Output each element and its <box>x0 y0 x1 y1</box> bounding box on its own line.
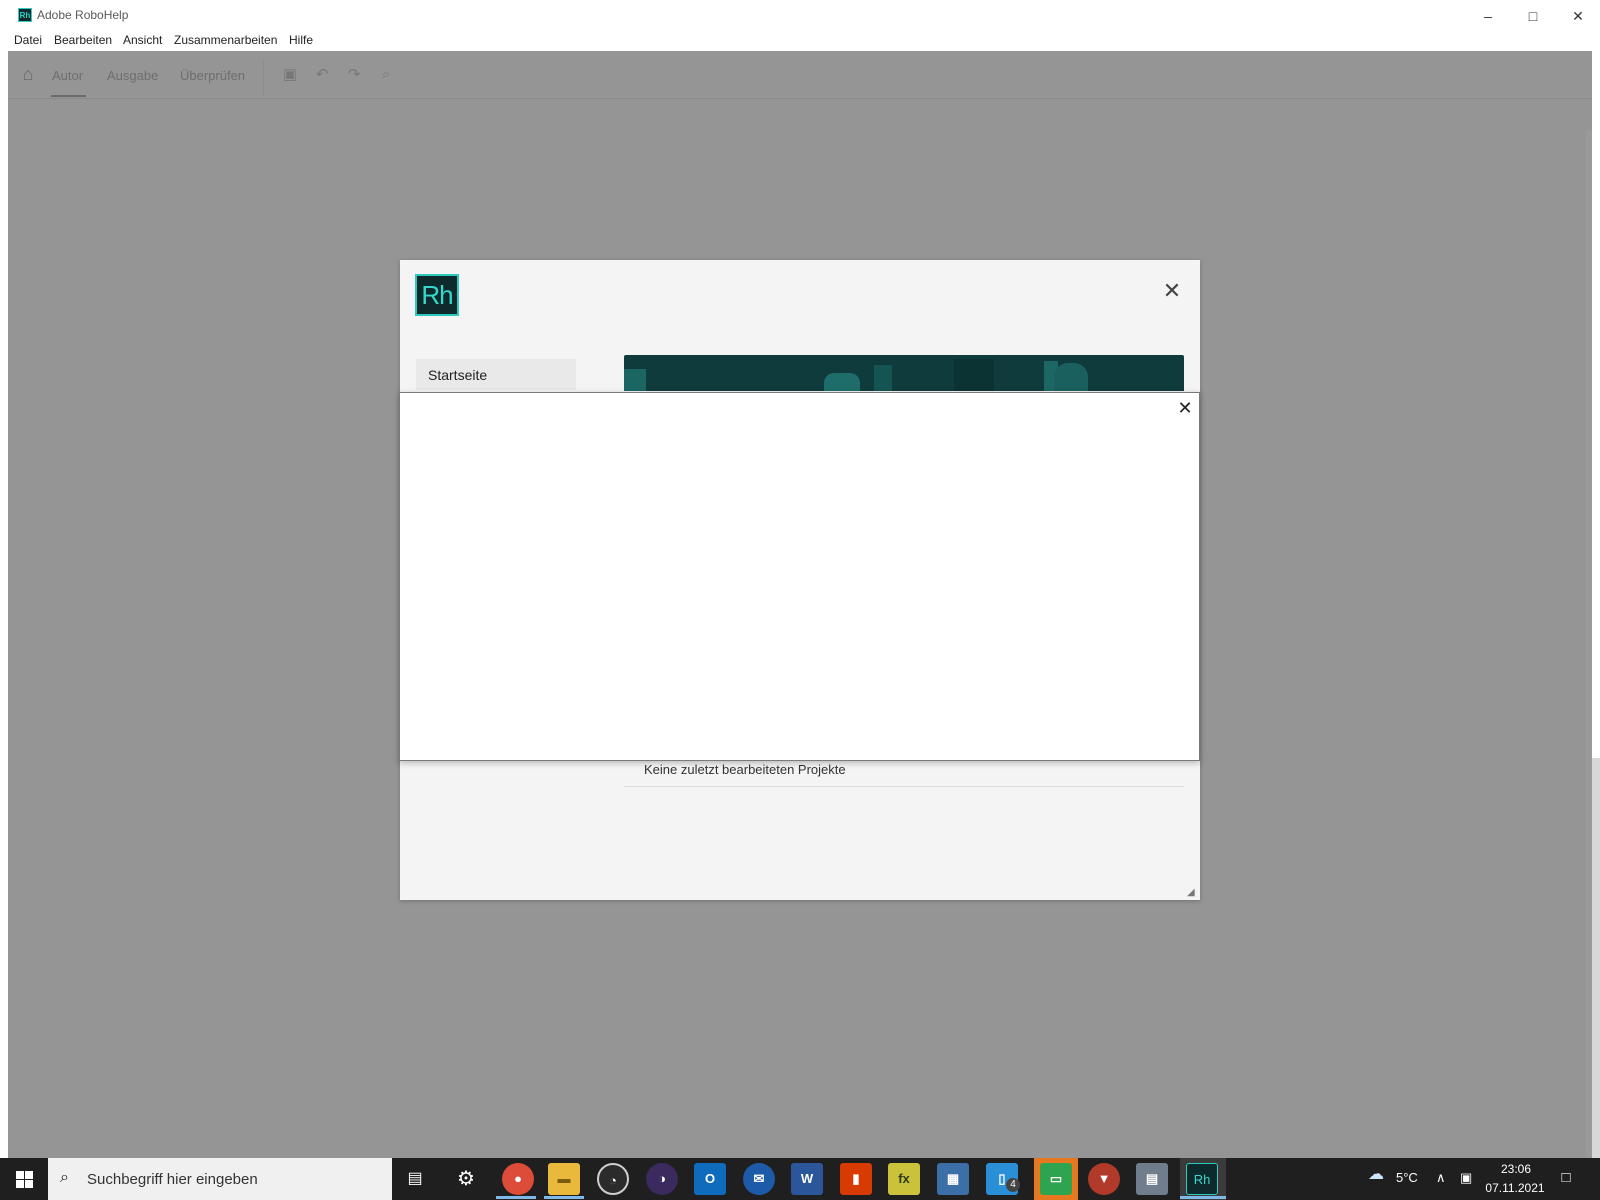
office-icon[interactable]: ▮ <box>840 1163 872 1195</box>
scrollbar-thumb[interactable] <box>1592 758 1600 1158</box>
minimize-icon[interactable]: – <box>1468 4 1508 28</box>
chat-app-icon[interactable]: ▭ <box>1040 1163 1072 1195</box>
menu-ansicht[interactable]: Ansicht <box>123 33 162 47</box>
close-window-icon[interactable]: ✕ <box>1558 4 1598 28</box>
window-title: Adobe RoboHelp <box>37 8 129 22</box>
notification-badge: 4 <box>1006 1178 1020 1192</box>
nav-item-label: Startseite <box>428 367 488 383</box>
printer-app-icon[interactable]: ▤ <box>1136 1163 1168 1195</box>
save-icon[interactable]: ▣ <box>281 66 299 84</box>
redo-icon[interactable]: ↷ <box>345 66 363 84</box>
active-indicator <box>1180 1196 1226 1199</box>
chrome-icon[interactable]: ● <box>502 1163 534 1195</box>
settings-icon[interactable]: ⚙ <box>450 1163 482 1195</box>
running-indicator <box>544 1196 584 1199</box>
windows-logo-icon <box>16 1171 33 1188</box>
search-icon: ⌕ <box>60 1169 69 1186</box>
close-icon[interactable]: ✕ <box>1161 280 1183 302</box>
divider <box>624 786 1184 787</box>
tab-ueberpruefen[interactable]: Überprüfen <box>180 68 245 83</box>
menu-zusammenarbeiten[interactable]: Zusammenarbeiten <box>174 33 277 47</box>
robohelp-logo: Rh <box>415 274 459 316</box>
resize-grip-icon[interactable]: ◢ <box>1187 888 1197 898</box>
tab-autor[interactable]: Autor <box>52 68 83 83</box>
menu-bearbeiten[interactable]: Bearbeiten <box>54 33 112 47</box>
welcome-banner-image <box>624 355 1184 391</box>
clock-date[interactable]: 07.11.2021 <box>1484 1181 1546 1195</box>
outlook-icon[interactable]: O <box>694 1163 726 1195</box>
tab-ausgabe[interactable]: Ausgabe <box>107 68 158 83</box>
maximize-icon[interactable]: □ <box>1513 4 1553 28</box>
title-bar[interactable] <box>0 0 1600 31</box>
find-replace-icon[interactable]: ⌕ <box>377 66 395 84</box>
app-icon: Rh <box>18 8 32 22</box>
robohelp-taskbar-icon[interactable]: Rh <box>1186 1163 1218 1195</box>
file-explorer-icon[interactable]: ▬ <box>548 1163 580 1195</box>
shield-app-icon[interactable]: ▼ <box>1088 1163 1120 1195</box>
obs-icon[interactable]: ◔ <box>597 1163 629 1195</box>
toolbar <box>8 51 1592 99</box>
toolbar-divider <box>263 60 264 96</box>
weather-temperature[interactable]: 5°C <box>1396 1170 1418 1185</box>
mail-icon[interactable]: ✉ <box>743 1163 775 1195</box>
weather-cloud-icon[interactable]: ☁ <box>1368 1167 1390 1183</box>
calculator-icon[interactable]: ▦ <box>937 1163 969 1195</box>
calculator-app-icon[interactable]: fx <box>888 1163 920 1195</box>
home-icon[interactable]: ⌂ <box>19 65 37 83</box>
notification-center-icon[interactable]: □ <box>1556 1168 1576 1188</box>
task-view-icon[interactable]: ▤ <box>399 1163 431 1195</box>
menu-hilfe[interactable]: Hilfe <box>289 33 313 47</box>
popup-close-icon[interactable]: ✕ <box>1174 397 1196 419</box>
meet-now-icon[interactable]: ▣ <box>1460 1170 1472 1186</box>
chevron-up-icon[interactable]: ∧ <box>1436 1170 1446 1186</box>
clock-time[interactable]: 23:06 <box>1488 1162 1544 1176</box>
active-tab-indicator <box>51 95 86 97</box>
eclipse-icon[interactable]: ◑ <box>646 1163 678 1195</box>
word-icon[interactable]: W <box>791 1163 823 1195</box>
undo-icon[interactable]: ↶ <box>313 66 331 84</box>
menu-datei[interactable]: Datei <box>14 33 42 47</box>
search-input[interactable]: Suchbegriff hier eingeben <box>87 1171 258 1188</box>
recent-projects-empty-text: Keine zuletzt bearbeiteten Projekte <box>644 762 846 777</box>
popup-dialog <box>399 392 1200 761</box>
running-indicator <box>496 1196 536 1199</box>
